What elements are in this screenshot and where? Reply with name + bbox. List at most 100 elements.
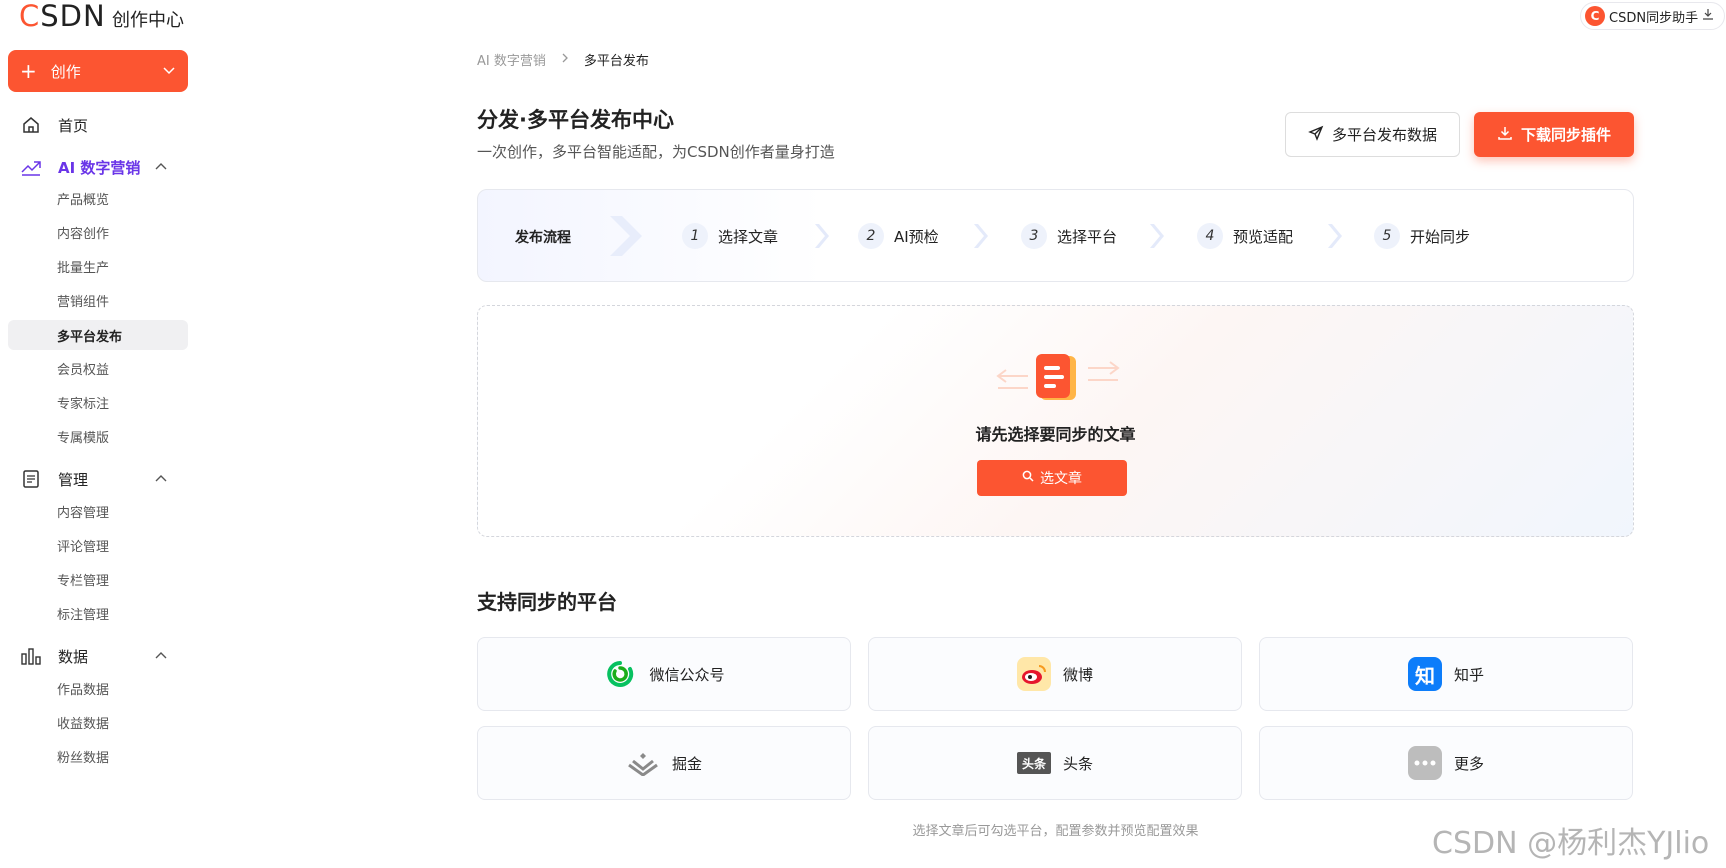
- chevron-right-icon: [974, 224, 988, 248]
- top-bar: CSDN 创作中心 C CSDN同步助手: [0, 0, 1726, 34]
- chevron-right-icon: [815, 224, 829, 248]
- toutiao-icon: 头条: [1016, 752, 1051, 774]
- sidebar-item-product-overview[interactable]: 产品概览: [8, 183, 188, 213]
- platform-card-zhihu[interactable]: 知 知乎: [1259, 637, 1633, 711]
- sidebar: + 创作 首页 AI 数字营销 产品概览 内容创作 批量生产 营销组件 多平台发…: [0, 34, 196, 868]
- trend-chart-icon: [20, 156, 42, 178]
- step-number: 3: [1021, 223, 1047, 249]
- plus-icon: +: [20, 59, 37, 83]
- download-icon: [1497, 125, 1513, 145]
- platform-label: 更多: [1453, 754, 1484, 773]
- step-number: 5: [1374, 223, 1400, 249]
- pick-article-button[interactable]: 选文章: [977, 460, 1127, 496]
- article-empty-state: 请先选择要同步的文章 选文章: [477, 305, 1634, 537]
- send-icon: [1308, 125, 1324, 145]
- flow-step: 1 选择文章: [682, 223, 778, 249]
- sidebar-group-label: 数据: [58, 647, 89, 666]
- page-title: 分发·多平台发布中心: [477, 108, 674, 132]
- step-label: 选择文章: [718, 227, 779, 246]
- zhihu-icon: 知: [1407, 657, 1442, 691]
- chevron-right-icon: [1328, 224, 1342, 248]
- sidebar-group-manage[interactable]: 管理: [8, 464, 188, 494]
- sidebar-item-annotation-manage[interactable]: 标注管理: [8, 598, 188, 628]
- bar-chart-icon: [20, 645, 42, 667]
- platform-label: 头条: [1062, 754, 1093, 773]
- platform-label: 掘金: [671, 754, 702, 773]
- home-icon: [20, 114, 42, 136]
- create-label: 创作: [50, 62, 81, 81]
- sidebar-item-home[interactable]: 首页: [8, 110, 188, 140]
- chevron-right-icon: [610, 216, 642, 256]
- sync-helper-label: CSDN同步助手: [1609, 10, 1699, 26]
- platform-card-wechat[interactable]: 微信公众号: [477, 637, 851, 711]
- breadcrumb-parent[interactable]: AI 数字营销: [477, 50, 546, 69]
- step-label: 预览适配: [1233, 227, 1294, 246]
- empty-state-message: 请先选择要同步的文章: [975, 425, 1136, 444]
- flow-step: 3 选择平台: [1021, 223, 1117, 249]
- sidebar-item-batch-production[interactable]: 批量生产: [8, 251, 188, 281]
- flow-title: 发布流程: [515, 230, 571, 246]
- sidebar-item-member-benefits[interactable]: 会员权益: [8, 353, 188, 383]
- sidebar-group-label: AI 数字营销: [58, 158, 141, 177]
- chevron-up-icon[interactable]: [154, 472, 168, 490]
- search-icon: [1022, 470, 1034, 486]
- sidebar-item-fans-data[interactable]: 粉丝数据: [8, 741, 188, 771]
- step-number: 1: [682, 223, 708, 249]
- platform-label: 微信公众号: [649, 665, 725, 684]
- weibo-icon: [1016, 657, 1051, 691]
- pick-article-label: 选文章: [1040, 471, 1082, 487]
- sidebar-item-content-manage[interactable]: 内容管理: [8, 496, 188, 526]
- platform-card-juejin[interactable]: 掘金: [477, 726, 851, 800]
- step-number: 4: [1197, 223, 1223, 249]
- platform-card-toutiao[interactable]: 头条 头条: [868, 726, 1242, 800]
- sidebar-item-marketing-components[interactable]: 营销组件: [8, 285, 188, 315]
- step-label: 开始同步: [1410, 227, 1471, 246]
- csdn-c-icon: C: [1585, 6, 1605, 26]
- chevron-right-icon: [560, 52, 570, 68]
- download-icon: [1702, 8, 1714, 24]
- sidebar-item-multi-platform-publish[interactable]: 多平台发布: [8, 320, 188, 350]
- create-button[interactable]: + 创作: [8, 50, 188, 92]
- sidebar-item-column-manage[interactable]: 专栏管理: [8, 564, 188, 594]
- flow-step: 5 开始同步: [1374, 223, 1470, 249]
- sidebar-item-exclusive-template[interactable]: 专属模版: [8, 421, 188, 451]
- platform-label: 知乎: [1453, 665, 1484, 684]
- sidebar-item-comment-manage[interactable]: 评论管理: [8, 530, 188, 560]
- watermark: CSDN @杨利杰YJlio: [1432, 826, 1710, 861]
- sidebar-group-ai-marketing[interactable]: AI 数字营销: [8, 152, 188, 182]
- more-icon: [1407, 746, 1442, 780]
- sync-helper-button[interactable]: C CSDN同步助手: [1580, 2, 1726, 30]
- download-plugin-label: 下载同步插件: [1520, 126, 1611, 144]
- csdn-logo[interactable]: CSDN: [19, 2, 106, 31]
- chevron-right-icon: [1150, 224, 1164, 248]
- publish-data-button[interactable]: 多平台发布数据: [1285, 112, 1460, 157]
- platform-label: 微博: [1062, 665, 1093, 684]
- chevron-down-icon[interactable]: [162, 63, 176, 81]
- sidebar-item-income-data[interactable]: 收益数据: [8, 707, 188, 737]
- chevron-up-icon[interactable]: [154, 649, 168, 667]
- article-sync-icon: [996, 354, 1120, 400]
- platforms-title: 支持同步的平台: [477, 590, 617, 614]
- publish-flow: 发布流程 1 选择文章 2 AI预检 3 选择平台 4 预览适配 5 开始同步: [477, 189, 1634, 282]
- step-number: 2: [858, 223, 884, 249]
- step-label: 选择平台: [1057, 227, 1118, 246]
- app-title: 创作中心: [112, 10, 184, 31]
- wechat-official-icon: [603, 657, 637, 691]
- sidebar-item-works-data[interactable]: 作品数据: [8, 673, 188, 703]
- sidebar-item-label: 首页: [58, 116, 89, 135]
- sidebar-group-label: 管理: [58, 470, 89, 489]
- page-subtitle: 一次创作，多平台智能适配，为CSDN创作者量身打造: [477, 143, 835, 161]
- sidebar-item-content-creation[interactable]: 内容创作: [8, 217, 188, 247]
- chevron-up-icon[interactable]: [154, 160, 168, 178]
- flow-step: 2 AI预检: [858, 223, 939, 249]
- sidebar-group-data[interactable]: 数据: [8, 641, 188, 671]
- publish-data-label: 多平台发布数据: [1331, 126, 1437, 144]
- download-plugin-button[interactable]: 下载同步插件: [1474, 112, 1634, 157]
- juejin-icon: [626, 746, 660, 780]
- flow-step: 4 预览适配: [1197, 223, 1293, 249]
- breadcrumb: AI 数字营销 多平台发布: [477, 50, 649, 69]
- document-icon: [20, 468, 42, 490]
- sidebar-item-expert-annotation[interactable]: 专家标注: [8, 387, 188, 417]
- platform-card-weibo[interactable]: 微博: [868, 637, 1242, 711]
- platform-card-more[interactable]: 更多: [1259, 726, 1633, 800]
